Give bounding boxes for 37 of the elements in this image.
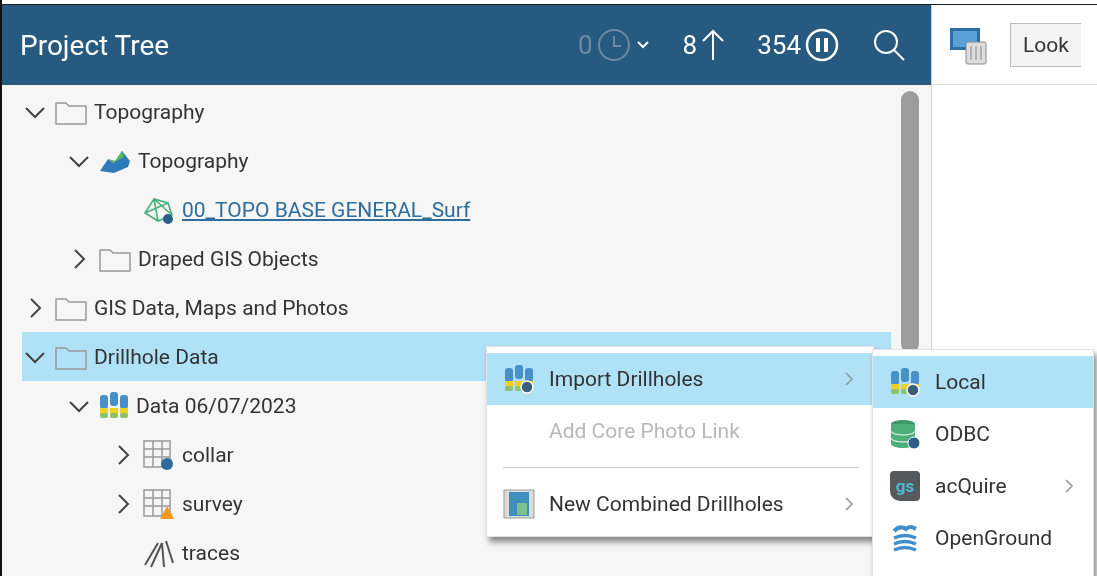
- pending-count: 0: [577, 30, 593, 60]
- panel-title: Project Tree: [20, 28, 171, 62]
- item-label: GIS Data, Maps and Photos: [94, 295, 349, 320]
- table-warning-icon: [142, 487, 176, 520]
- upload-count: 8: [682, 30, 698, 60]
- tree-row[interactable]: 00_TOPO BASE GENERAL_Surf: [22, 185, 891, 234]
- menu-item[interactable]: gs acQuire: [873, 460, 1093, 512]
- look-button[interactable]: Look: [1010, 22, 1081, 67]
- menu-item[interactable]: ODBC: [873, 408, 1093, 460]
- paused-count: 354: [757, 30, 801, 60]
- drillholes-icon: [98, 390, 130, 421]
- menu-item[interactable]: New Combined Drillholes: [487, 478, 873, 530]
- item-label: Topography: [94, 99, 205, 124]
- item-label: Topography: [138, 148, 249, 173]
- drillholes-icon: [503, 364, 535, 394]
- acquire-logo: gs: [890, 471, 920, 501]
- arrow-up-icon[interactable]: [701, 28, 726, 62]
- water-layers-icon: [890, 523, 920, 553]
- search-icon[interactable]: [871, 27, 907, 63]
- item-link[interactable]: 00_TOPO BASE GENERAL_Surf: [182, 197, 471, 222]
- tree-row[interactable]: Topography: [22, 136, 891, 185]
- tree-row[interactable]: Topography: [22, 87, 891, 136]
- pause-icon[interactable]: [805, 28, 839, 62]
- item-label: collar: [182, 442, 234, 467]
- menu-item[interactable]: Import Drillholes: [487, 353, 873, 405]
- tree-row[interactable]: GIS Data, Maps and Photos: [22, 283, 891, 332]
- tree-row[interactable]: Draped GIS Objects: [22, 234, 891, 283]
- drillholes-icon: [889, 367, 921, 397]
- database-icon: [889, 418, 921, 450]
- item-label: traces: [182, 540, 240, 565]
- item-label: survey: [182, 491, 243, 516]
- menu-item[interactable]: Local: [873, 356, 1093, 408]
- film-strip-icon: [503, 489, 535, 519]
- item-label: Drillhole Data: [94, 344, 219, 369]
- table-icon: [142, 438, 176, 471]
- item-label: Data 06/07/2023: [136, 393, 297, 418]
- item-label: Draped GIS Objects: [138, 246, 319, 271]
